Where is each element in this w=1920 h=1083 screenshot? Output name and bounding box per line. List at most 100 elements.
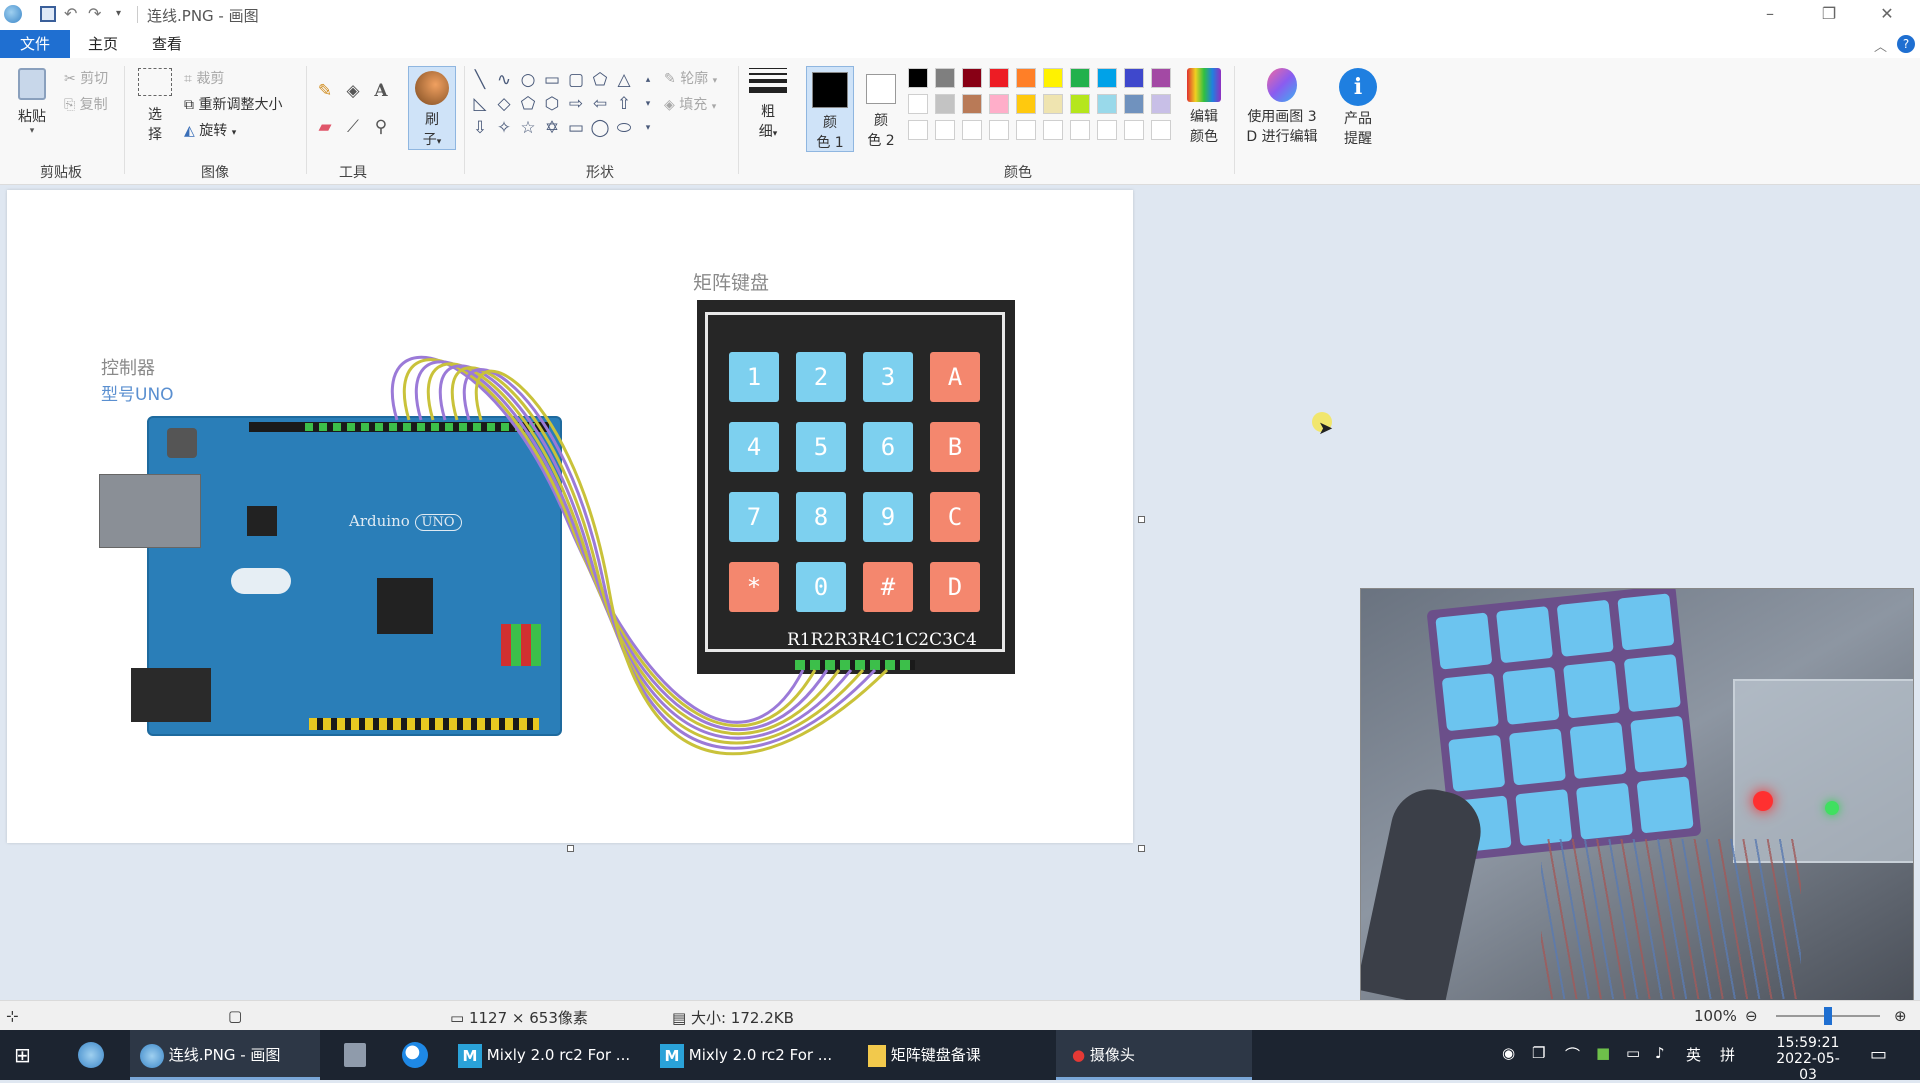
palette-swatch[interactable] <box>1151 68 1171 88</box>
palette-swatch[interactable] <box>962 94 982 114</box>
undo-icon[interactable]: ↶ <box>64 6 80 22</box>
palette-swatch[interactable] <box>935 94 955 114</box>
windows-start-icon[interactable]: ⊞ <box>14 1030 44 1080</box>
collapse-ribbon-icon[interactable]: ︿ <box>1874 36 1887 55</box>
text-tool-icon[interactable]: A <box>370 80 392 102</box>
volume-icon[interactable]: ♪ <box>1655 1044 1665 1062</box>
tray-security-icon[interactable]: ■ <box>1596 1044 1610 1062</box>
palette-swatch[interactable] <box>962 68 982 88</box>
paste-button[interactable]: 粘贴 ▾ <box>12 68 52 148</box>
rect-callout-shape-icon[interactable]: ▭ <box>566 118 586 138</box>
oval-shape-icon[interactable]: ○ <box>518 70 538 90</box>
left-arrow-shape-icon[interactable]: ⇦ <box>590 94 610 114</box>
tab-view[interactable]: 查看 <box>138 30 196 58</box>
ime-mode[interactable]: 拼 <box>1720 1044 1735 1065</box>
select-button[interactable]: 选 择 <box>136 68 174 158</box>
up-arrow-shape-icon[interactable]: ⇧ <box>614 94 634 114</box>
save-icon[interactable] <box>40 6 56 22</box>
wifi-icon[interactable]: ⌒ <box>1565 1044 1580 1065</box>
cut-button[interactable]: ✂ 剪切 <box>64 68 108 88</box>
fill-button[interactable]: ◈ 填充 ▾ <box>664 94 716 114</box>
crop-button[interactable]: ⌗ 裁剪 <box>184 68 224 88</box>
calculator-icon[interactable] <box>344 1030 370 1080</box>
outline-button[interactable]: ✎ 轮廓 ▾ <box>664 68 717 88</box>
shapes-gallery[interactable]: ╲ ∿ ○ ▭ ▢ ⬠ △ ▴ ◺ ◇ ⬠ ⬡ ⇨ ⇦ ⇧ ▾ ⇩ ✧ ☆ ✡ … <box>470 70 650 146</box>
fill-bucket-icon[interactable]: ◈ <box>342 80 364 102</box>
right-arrow-shape-icon[interactable]: ⇨ <box>566 94 586 114</box>
five-point-star-shape-icon[interactable]: ☆ <box>518 118 538 138</box>
palette-swatch[interactable] <box>1070 68 1090 88</box>
tray-window-icon[interactable]: ❐ <box>1532 1044 1545 1062</box>
zoom-slider-thumb[interactable] <box>1824 1007 1832 1025</box>
canvas-resize-handle[interactable] <box>567 845 574 852</box>
help-icon[interactable]: ? <box>1897 35 1915 53</box>
palette-swatch[interactable] <box>1070 94 1090 114</box>
notification-icon[interactable]: ▭ <box>1870 1044 1887 1065</box>
copy-button[interactable]: ⎘ 复制 <box>64 94 108 114</box>
size-button[interactable]: 粗 细▾ <box>746 68 790 158</box>
taskbar-item-mixly-1[interactable]: M Mixly 2.0 rc2 For ... <box>458 1030 648 1080</box>
shapes-scroll-up-icon[interactable]: ▴ <box>638 70 658 90</box>
edit-colors-button[interactable]: 编辑 颜色 <box>1184 68 1224 158</box>
custom-color-slot[interactable] <box>1070 120 1090 140</box>
color1-button[interactable]: 颜 色 1 <box>806 66 854 152</box>
custom-color-slot[interactable] <box>935 120 955 140</box>
shapes-expand-icon[interactable]: ▾ <box>638 118 658 138</box>
palette-swatch[interactable] <box>1043 68 1063 88</box>
restore-button[interactable]: ❐ <box>1814 4 1844 24</box>
product-alert-button[interactable]: i 产品 提醒 <box>1336 68 1380 158</box>
curve-shape-icon[interactable]: ∿ <box>494 70 514 90</box>
palette-swatch[interactable] <box>935 68 955 88</box>
battery-icon[interactable]: ▭ <box>1626 1044 1640 1062</box>
hexagon-shape-icon[interactable]: ⬡ <box>542 94 562 114</box>
magnifier-icon[interactable]: ⚲ <box>370 116 392 138</box>
palette-swatch[interactable] <box>1151 94 1171 114</box>
browser-icon[interactable] <box>402 1030 432 1080</box>
pentagon-shape-icon[interactable]: ⬠ <box>518 94 538 114</box>
palette-swatch[interactable] <box>1124 94 1144 114</box>
custom-color-slot[interactable] <box>1151 120 1171 140</box>
custom-color-slot[interactable] <box>962 120 982 140</box>
four-point-star-shape-icon[interactable]: ✧ <box>494 118 514 138</box>
canvas-resize-handle[interactable] <box>1138 516 1145 523</box>
taskbar-item-folder[interactable]: 矩阵键盘备课 <box>868 1030 1038 1080</box>
taskbar-item-paint[interactable]: 连线.PNG - 画图 <box>130 1030 320 1080</box>
tab-file[interactable]: 文件 <box>0 30 70 58</box>
palette-swatch[interactable] <box>1124 68 1144 88</box>
paint-app-icon[interactable] <box>4 5 22 23</box>
triangle-shape-icon[interactable]: △ <box>614 70 634 90</box>
pencil-icon[interactable]: ✎ <box>314 80 336 102</box>
custom-color-slot[interactable] <box>908 120 928 140</box>
ime-language[interactable]: 英 <box>1686 1044 1701 1065</box>
palette-swatch[interactable] <box>908 94 928 114</box>
customize-toolbar-icon[interactable]: ▾ <box>116 6 132 22</box>
taskbar-item-camera[interactable]: ● 摄像头 <box>1056 1030 1252 1080</box>
polygon-shape-icon[interactable]: ⬠ <box>590 70 610 90</box>
brushes-button[interactable]: 刷 子▾ <box>408 66 456 150</box>
tray-app-icon[interactable]: ◉ <box>1502 1044 1515 1062</box>
taskbar-item-mixly-2[interactable]: M Mixly 2.0 rc2 For ... <box>660 1030 850 1080</box>
cloud-callout-shape-icon[interactable]: ⬭ <box>614 118 634 138</box>
rounded-rectangle-shape-icon[interactable]: ▢ <box>566 70 586 90</box>
custom-color-slot[interactable] <box>1043 120 1063 140</box>
oval-callout-shape-icon[interactable]: ◯ <box>590 118 610 138</box>
palette-swatch[interactable] <box>989 68 1009 88</box>
custom-color-slot[interactable] <box>989 120 1009 140</box>
close-button[interactable]: ✕ <box>1872 4 1902 24</box>
custom-color-slot[interactable] <box>1124 120 1144 140</box>
camera-preview[interactable] <box>1360 588 1914 1002</box>
resize-button[interactable]: ⧉ 重新调整大小 <box>184 94 282 114</box>
minimize-button[interactable]: – <box>1755 4 1785 24</box>
pinned-app-icon[interactable] <box>78 1030 114 1080</box>
custom-color-slot[interactable] <box>1097 120 1117 140</box>
palette-swatch[interactable] <box>908 68 928 88</box>
palette-swatch[interactable] <box>1097 94 1117 114</box>
shapes-scroll-down-icon[interactable]: ▾ <box>638 94 658 114</box>
tab-home[interactable]: 主页 <box>74 30 132 58</box>
clock[interactable]: 15:59:21 2022-05-03 <box>1768 1035 1848 1083</box>
color2-button[interactable]: 颜 色 2 <box>858 66 904 152</box>
palette-swatch[interactable] <box>1016 68 1036 88</box>
right-triangle-shape-icon[interactable]: ◺ <box>470 94 490 114</box>
zoom-in-button[interactable]: ⊕ <box>1894 1007 1907 1025</box>
redo-icon[interactable]: ↷ <box>88 6 104 22</box>
